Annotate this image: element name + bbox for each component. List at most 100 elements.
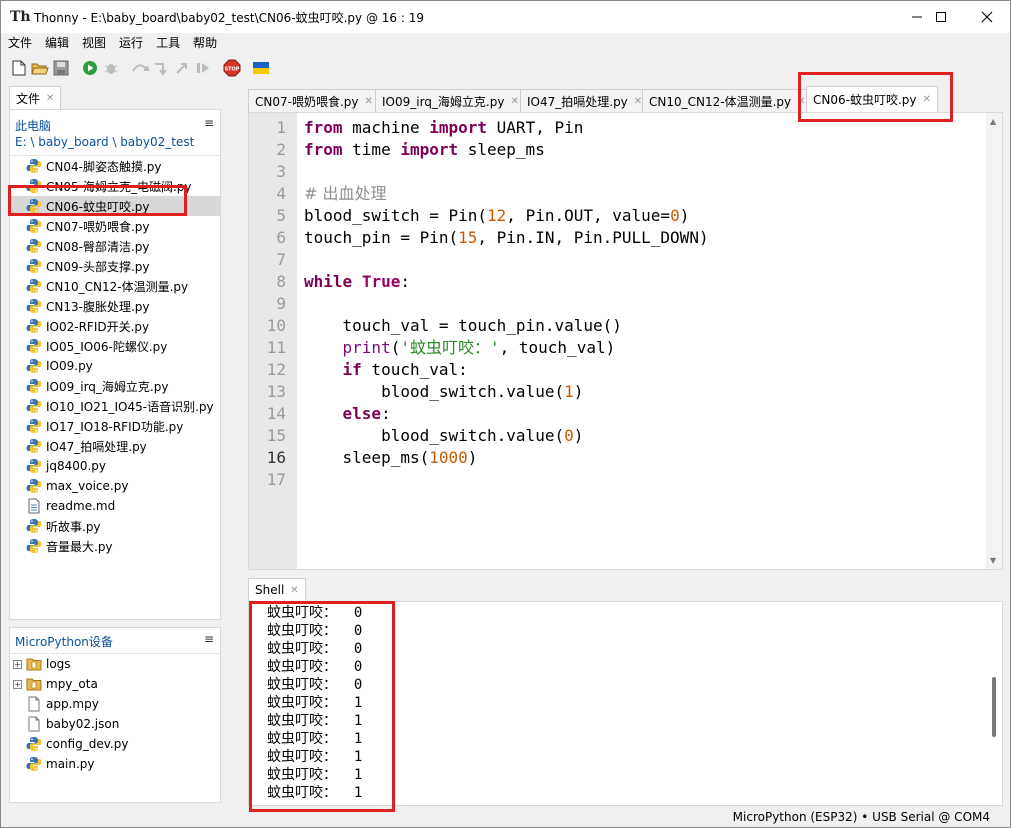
code-line[interactable]: from time import sleep_ms	[304, 139, 545, 161]
close-icon[interactable]: ✕	[46, 93, 54, 104]
local-path-breadcrumb[interactable]: E: \ baby_board \ baby02_test	[15, 135, 194, 149]
file-item[interactable]: CN04-脚姿态触摸.py	[10, 156, 220, 176]
editor-tab[interactable]: CN10_CN12-体温测量.py ✕	[642, 89, 813, 112]
tab-files[interactable]: 文件 ✕	[9, 86, 62, 109]
editor-tab[interactable]: CN07-喂奶喂食.py ✕	[248, 89, 380, 112]
file-item[interactable]: CN05-海姆立克_电磁阀.py	[10, 176, 220, 196]
file-item[interactable]: IO02-RFID开关.py	[10, 316, 220, 336]
code-line[interactable]: from machine import UART, Pin	[304, 117, 583, 139]
save-icon[interactable]	[52, 59, 70, 77]
file-item[interactable]: CN06-蚊虫叮咬.py	[10, 196, 220, 216]
scroll-up-icon[interactable]: ▲	[990, 117, 996, 126]
code-line[interactable]: print('蚊虫叮咬：', touch_val)	[304, 337, 616, 359]
file-item[interactable]: max_voice.py	[10, 476, 220, 496]
code-line[interactable]: else:	[304, 403, 391, 425]
step-into-icon[interactable]	[152, 59, 170, 77]
resume-icon[interactable]	[194, 59, 212, 77]
code-line[interactable]: sleep_ms(1000)	[304, 447, 478, 469]
file-item[interactable]: config_dev.py	[10, 734, 220, 754]
expand-icon[interactable]: +	[13, 659, 22, 669]
stop-icon[interactable]: STOP	[223, 59, 241, 77]
file-item[interactable]: IO10_IO21_IO45-语音识别.py	[10, 396, 220, 416]
code-line[interactable]: # 出血处理	[304, 183, 387, 205]
file-item[interactable]: app.mpy	[10, 694, 220, 714]
code-line[interactable]: if touch_val:	[304, 359, 468, 381]
local-computer-title[interactable]: 此电脑	[15, 117, 51, 134]
file-name: baby02.json	[46, 717, 120, 731]
new-file-icon[interactable]	[10, 59, 28, 77]
file-item[interactable]: IO09_irq_海姆立克.py	[10, 376, 220, 396]
code-line[interactable]: blood_switch.value(0)	[304, 425, 583, 447]
file-item[interactable]: 音量最大.py	[10, 536, 220, 556]
file-item[interactable]: CN08-臀部清洁.py	[10, 236, 220, 256]
scroll-down-icon[interactable]: ▼	[990, 556, 996, 565]
close-icon[interactable]: ✕	[365, 96, 373, 107]
file-item[interactable]: CN09-头部支撑.py	[10, 256, 220, 276]
file-item[interactable]: CN10_CN12-体温测量.py	[10, 276, 220, 296]
step-out-icon[interactable]	[173, 59, 191, 77]
window-title: Thonny - E:\baby_board\baby02_test\CN06-…	[34, 10, 424, 25]
editor-tab-label: CN07-喂奶喂食.py	[255, 94, 359, 109]
python-file-icon	[26, 178, 42, 194]
ukraine-flag-icon[interactable]	[252, 59, 270, 77]
editor-tab[interactable]: CN06-蚊虫叮咬.py ✕	[806, 86, 938, 112]
file-item[interactable]: IO09.py	[10, 356, 220, 376]
code-line[interactable]: blood_switch.value(1)	[304, 381, 583, 403]
file-item[interactable]: IO05_IO06-陀螺仪.py	[10, 336, 220, 356]
menu-view[interactable]: 视图	[75, 34, 112, 52]
hamburger-menu-icon[interactable]: ≡	[204, 632, 214, 646]
close-icon[interactable]: ✕	[923, 94, 931, 105]
expand-icon[interactable]: +	[13, 679, 22, 689]
tab-files-label: 文件	[16, 91, 41, 106]
file-item[interactable]: IO17_IO18-RFID功能.py	[10, 416, 220, 436]
tab-shell[interactable]: Shell ✕	[248, 578, 306, 601]
editor-vertical-scrollbar[interactable]: ▲ ▼	[986, 113, 1002, 569]
code-line[interactable]: touch_pin = Pin(15, Pin.IN, Pin.PULL_DOW…	[304, 227, 709, 249]
code-line[interactable]: while True:	[304, 271, 410, 293]
file-name: jq8400.py	[46, 459, 107, 473]
menu-run[interactable]: 运行	[112, 34, 149, 52]
debug-icon[interactable]	[102, 59, 120, 77]
line-number: 5	[276, 206, 286, 225]
open-folder-icon[interactable]	[31, 59, 49, 77]
file-item[interactable]: CN07-喂奶喂食.py	[10, 216, 220, 236]
shell-scroll-thumb[interactable]	[992, 677, 996, 737]
menu-file[interactable]: 文件	[1, 34, 38, 52]
interpreter-status[interactable]: MicroPython (ESP32) • USB Serial @ COM4	[733, 810, 990, 824]
menu-edit[interactable]: 编辑	[38, 34, 75, 52]
file-item[interactable]: CN13-腹胀处理.py	[10, 296, 220, 316]
step-over-icon[interactable]	[131, 59, 149, 77]
folder-item[interactable]: + mpy_ota	[10, 674, 220, 694]
code-line[interactable]: touch_val = touch_pin.value()	[304, 315, 622, 337]
shell-vertical-scrollbar[interactable]	[986, 602, 1002, 805]
file-item[interactable]: IO47_拍嗝处理.py	[10, 436, 220, 456]
close-icon[interactable]: ✕	[634, 96, 642, 107]
file-item[interactable]: main.py	[10, 754, 220, 774]
editor-tab[interactable]: IO09_irq_海姆立克.py ✕	[375, 89, 526, 112]
file-name: mpy_ota	[46, 677, 98, 691]
menu-help[interactable]: 帮助	[186, 34, 223, 52]
device-title[interactable]: MicroPython设备	[15, 633, 113, 650]
file-item[interactable]: baby02.json	[10, 714, 220, 734]
close-icon[interactable]: ✕	[510, 96, 518, 107]
shell-console[interactable]: 蚊虫叮咬： 0 蚊虫叮咬： 0 蚊虫叮咬： 0 蚊虫叮咬： 0 蚊虫叮咬： 0 蚊虫叮咬：…	[248, 601, 1003, 806]
code-editor[interactable]: 1 2 3 4 5 6 7 8 9 10 11 12 13 14 15 16 17 from machine i…	[248, 112, 1003, 570]
run-icon[interactable]	[81, 59, 99, 77]
code-line[interactable]: blood_switch = Pin(12, Pin.OUT, value=0)	[304, 205, 689, 227]
hamburger-menu-icon[interactable]: ≡	[204, 116, 214, 130]
close-icon[interactable]: ✕	[290, 585, 298, 596]
maximize-icon[interactable]	[918, 1, 964, 33]
menu-tools[interactable]: 工具	[149, 34, 186, 52]
device-file-list: + logs + mpy_ota app.mpy baby02.json config_de…	[10, 654, 220, 802]
python-file-icon	[26, 398, 42, 414]
file-name: CN05-海姆立克_电磁阀.py	[46, 179, 192, 194]
close-icon[interactable]	[964, 1, 1010, 33]
file-item[interactable]: jq8400.py	[10, 456, 220, 476]
close-icon[interactable]: ✕	[797, 96, 805, 107]
shell-output-line: 蚊虫叮咬： 1	[267, 767, 363, 783]
file-item[interactable]: 听故事.py	[10, 516, 220, 536]
editor-tab[interactable]: IO47_拍嗝处理.py ✕	[520, 89, 650, 112]
python-file-icon	[26, 298, 42, 314]
folder-item[interactable]: + logs	[10, 654, 220, 674]
file-item[interactable]: readme.md	[10, 496, 220, 516]
